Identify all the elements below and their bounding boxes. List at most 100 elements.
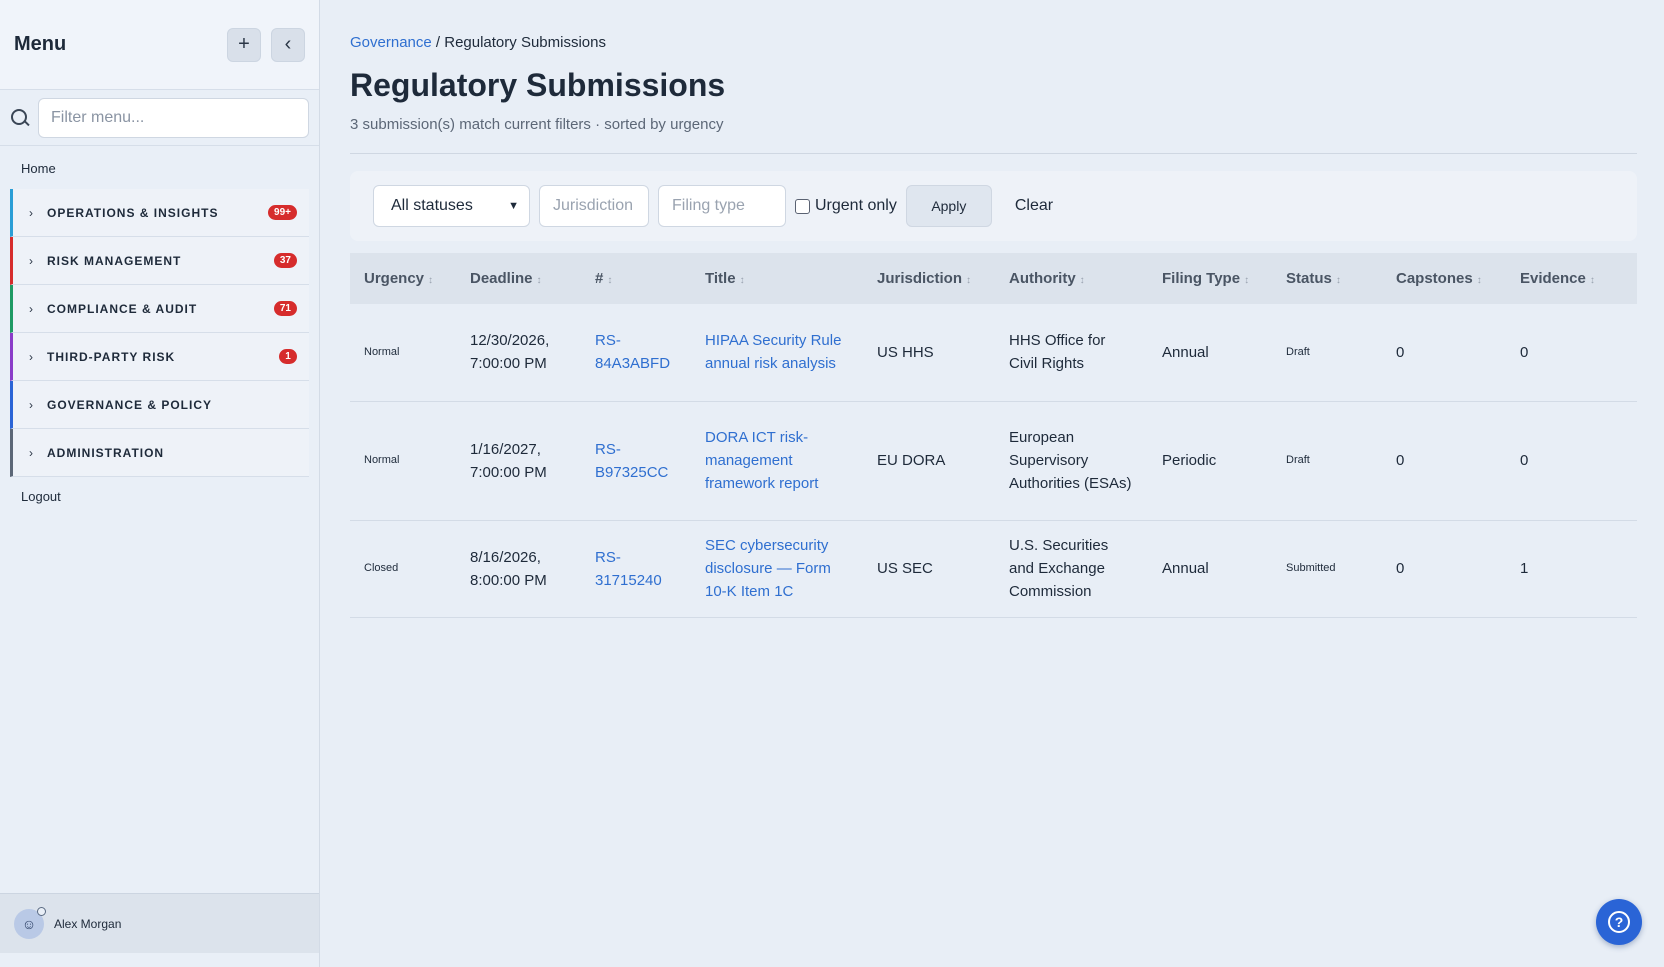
apply-button[interactable]: Apply xyxy=(905,185,992,227)
sidebar-group-administration[interactable]: › ADMINISTRATION xyxy=(10,429,309,477)
table-row[interactable]: Normal 1/16/2027, 7:00:00 PM RS-B97325CC… xyxy=(350,401,1637,520)
title-cell: DORA ICT risk-management framework repor… xyxy=(691,401,863,520)
status-select[interactable]: All statuses ▼ xyxy=(373,185,530,227)
sidebar-nav: Home › OPERATIONS & INSIGHTS 99+ › RISK … xyxy=(0,146,319,517)
sidebar: Menu + ‹ Home › OPERATIONS & INSIGHTS 99… xyxy=(0,0,320,967)
sidebar-title: Menu xyxy=(14,33,67,55)
column-header-status[interactable]: Status ↕ xyxy=(1272,253,1382,304)
authority-cell: European Supervisory Authorities (ESAs) xyxy=(1009,429,1132,492)
user-footer[interactable]: ☺ Alex Morgan xyxy=(0,893,319,953)
evidence-cell: 0 xyxy=(1520,452,1529,469)
chevron-right-icon: › xyxy=(29,445,33,460)
chevron-down-icon: ▼ xyxy=(508,200,519,212)
urgency-cell: Closed xyxy=(364,562,399,574)
sidebar-header: Menu + ‹ xyxy=(0,0,319,90)
sidebar-group-label: THIRD-PARTY RISK xyxy=(47,349,176,364)
sort-icon: ↕ xyxy=(536,275,542,286)
filing-type-cell: Periodic xyxy=(1162,452,1217,469)
filing-type-input[interactable] xyxy=(658,185,786,227)
sidebar-group-label: GOVERNANCE & POLICY xyxy=(47,397,213,412)
sidebar-group-label: COMPLIANCE & AUDIT xyxy=(47,301,198,316)
deadline-cell: 1/16/2027, 7:00:00 PM xyxy=(470,440,547,481)
add-button[interactable]: + xyxy=(227,27,261,62)
id-cell: RS-31715240 xyxy=(581,520,691,617)
column-header-authority[interactable]: Authority ↕ xyxy=(995,253,1148,304)
user-icon: ☺ xyxy=(21,915,37,932)
breadcrumb-separator: / xyxy=(435,34,441,51)
sort-icon: ↕ xyxy=(739,275,745,286)
sidebar-group-label: ADMINISTRATION xyxy=(47,445,165,460)
urgent-only-label: Urgent only xyxy=(815,197,897,214)
submission-id-link[interactable]: RS-31715240 xyxy=(595,549,662,589)
column-header-jurisdiction[interactable]: Jurisdiction ↕ xyxy=(863,253,995,304)
count-badge: 99+ xyxy=(268,205,297,220)
submission-title-link[interactable]: SEC cybersecurity disclosure — Form 10-K… xyxy=(705,537,831,600)
chevron-right-icon: › xyxy=(29,253,33,268)
submission-title-link[interactable]: HIPAA Security Rule annual risk analysis xyxy=(705,332,841,372)
deadline-cell: 12/30/2026, 7:00:00 PM xyxy=(470,332,550,373)
capstones-cell: 0 xyxy=(1396,452,1405,469)
sidebar-group-compliance[interactable]: › COMPLIANCE & AUDIT 71 xyxy=(10,285,309,333)
breadcrumb: Governance / Regulatory Submissions xyxy=(350,34,1637,51)
jurisdiction-input[interactable] xyxy=(539,185,649,227)
sidebar-group-third-party[interactable]: › THIRD-PARTY RISK 1 xyxy=(10,333,309,381)
sidebar-search xyxy=(0,90,319,146)
chevron-left-icon: ‹ xyxy=(284,33,292,55)
breadcrumb-current: Regulatory Submissions xyxy=(444,34,606,51)
help-button[interactable]: ? xyxy=(1596,899,1642,945)
column-header-capstones[interactable]: Capstones ↕ xyxy=(1382,253,1506,304)
title-cell: SEC cybersecurity disclosure — Form 10-K… xyxy=(691,520,863,617)
sort-icon: ↕ xyxy=(1589,275,1595,286)
column-header-number[interactable]: # ↕ xyxy=(581,253,691,304)
sort-icon: ↕ xyxy=(1335,275,1341,286)
sidebar-group-label: OPERATIONS & INSIGHTS xyxy=(47,205,219,220)
count-badge: 71 xyxy=(273,301,297,316)
submission-id-link[interactable]: RS-B97325CC xyxy=(595,441,668,481)
id-cell: RS-84A3ABFD xyxy=(581,304,691,401)
page-title: Regulatory Submissions xyxy=(350,67,726,103)
sidebar-group-risk[interactable]: › RISK MANAGEMENT 37 xyxy=(10,237,309,285)
sidebar-item-logout[interactable]: Logout xyxy=(10,477,309,517)
avatar: ☺ xyxy=(14,906,46,939)
submission-title-link[interactable]: DORA ICT risk-management framework repor… xyxy=(705,429,818,492)
clear-button[interactable]: Clear xyxy=(1001,197,1067,215)
urgency-cell: Normal xyxy=(364,345,400,358)
submission-id-link[interactable]: RS-84A3ABFD xyxy=(595,332,670,372)
sidebar-group-operations[interactable]: › OPERATIONS & INSIGHTS 99+ xyxy=(10,189,309,237)
evidence-cell: 0 xyxy=(1520,343,1529,361)
status-select-value: All statuses xyxy=(391,197,473,214)
table-header-row: Urgency ↕ Deadline ↕ # ↕ Title ↕ Jurisdictio… xyxy=(350,253,1637,304)
capstones-cell: 0 xyxy=(1396,560,1405,577)
column-header-filing-type[interactable]: Filing Type ↕ xyxy=(1148,253,1272,304)
urgent-only-toggle[interactable]: Urgent only xyxy=(795,197,897,215)
column-header-urgency[interactable]: Urgency ↕ xyxy=(350,253,456,304)
jurisdiction-cell: EU DORA xyxy=(877,452,946,469)
deadline-cell: 8/16/2026, 8:00:00 PM xyxy=(470,548,547,589)
sidebar-item-home[interactable]: Home xyxy=(10,146,309,189)
breadcrumb-governance-link[interactable]: Governance xyxy=(350,34,432,51)
user-name: Alex Morgan xyxy=(54,916,122,931)
sort-icon: ↕ xyxy=(1476,275,1482,286)
results-summary: 3 submission(s) match current filters · … xyxy=(350,116,1637,154)
sidebar-group-label: RISK MANAGEMENT xyxy=(47,253,182,268)
sort-icon: ↕ xyxy=(1244,275,1250,286)
help-icon: ? xyxy=(1608,911,1630,933)
search-icon xyxy=(10,108,30,128)
column-header-evidence[interactable]: Evidence ↕ xyxy=(1506,253,1637,304)
table-row[interactable]: Closed 8/16/2026, 8:00:00 PM RS-31715240… xyxy=(350,520,1637,617)
chevron-right-icon: › xyxy=(29,301,33,316)
jurisdiction-cell: US HHS xyxy=(877,343,934,361)
urgent-only-checkbox[interactable] xyxy=(795,198,810,214)
collapse-sidebar-button[interactable]: ‹ xyxy=(271,27,305,62)
id-cell: RS-B97325CC xyxy=(581,401,691,520)
filter-bar: All statuses ▼ Urgent only Apply Clear xyxy=(350,171,1637,241)
sidebar-group-governance[interactable]: › GOVERNANCE & POLICY xyxy=(10,381,309,429)
table-row[interactable]: Normal 12/30/2026, 7:00:00 PM RS-84A3ABF… xyxy=(350,304,1637,401)
filing-type-cell: Annual xyxy=(1162,343,1209,361)
count-badge: 37 xyxy=(273,253,297,268)
chevron-right-icon: › xyxy=(29,397,33,412)
column-header-deadline[interactable]: Deadline ↕ xyxy=(456,253,581,304)
column-header-title[interactable]: Title ↕ xyxy=(691,253,863,304)
filter-menu-input[interactable] xyxy=(38,97,309,138)
count-badge: 1 xyxy=(279,349,297,364)
